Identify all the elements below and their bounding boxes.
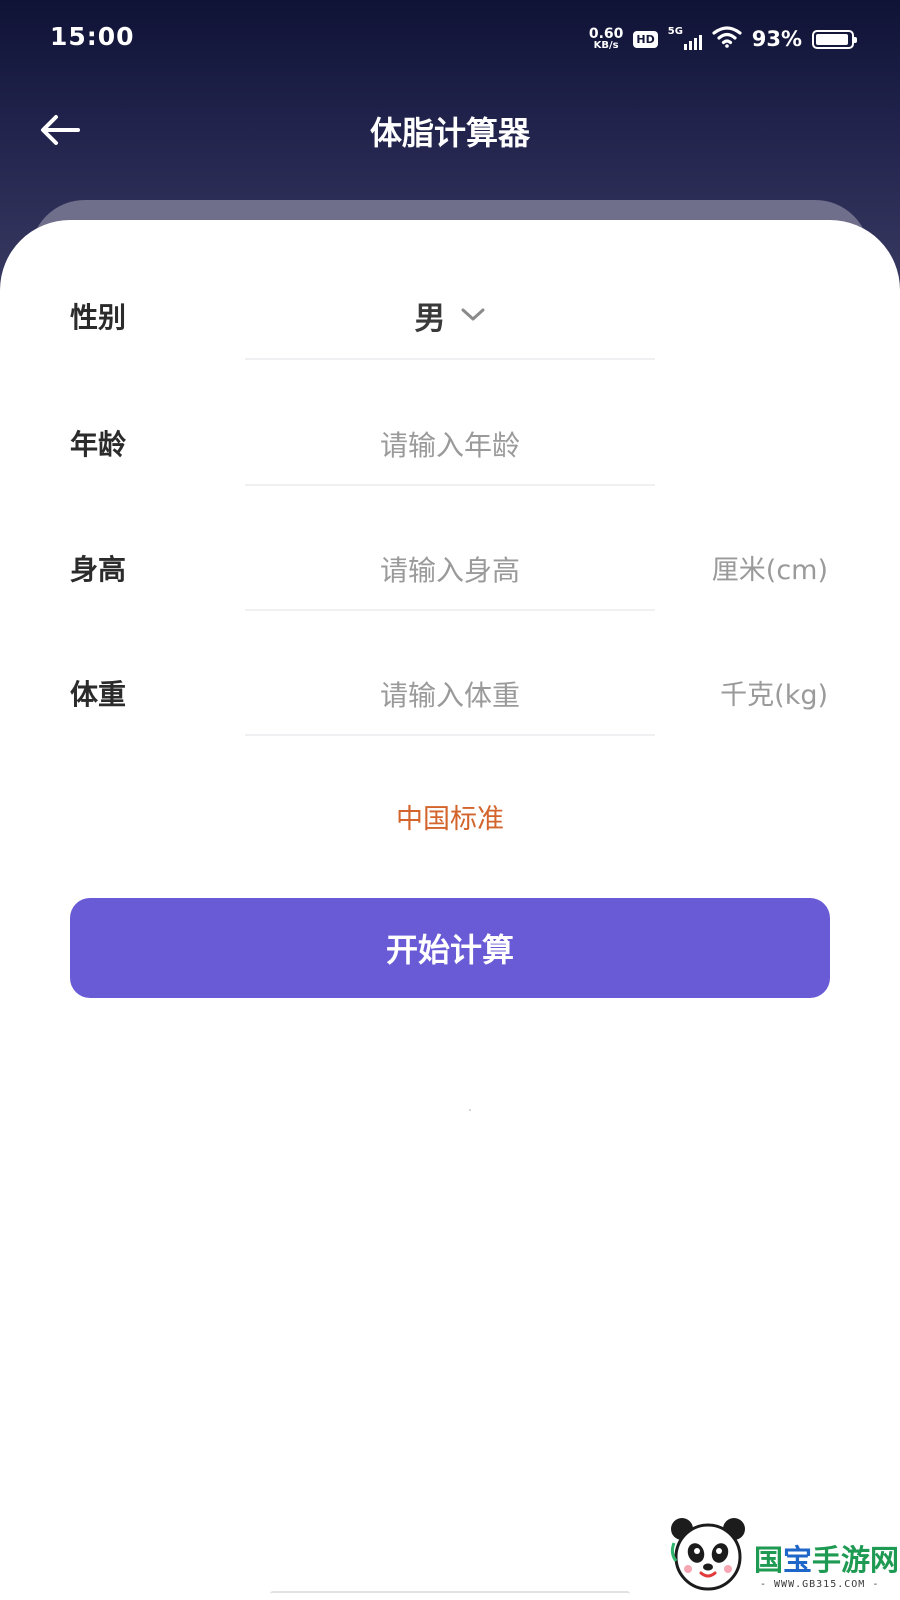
height-unit: 厘米(cm) — [711, 555, 828, 586]
watermark-url: - WWW.GB315.COM - — [760, 1579, 880, 1590]
gender-select[interactable]: 男 — [245, 290, 655, 340]
height-input[interactable] — [245, 548, 655, 592]
weight-unit: 千克(kg) — [720, 680, 828, 711]
standard-selector-link[interactable]: 中国标准 — [0, 797, 900, 836]
battery-percent: 93% — [751, 27, 802, 51]
age-divider — [245, 484, 655, 486]
start-calculate-button[interactable]: 开始计算 — [70, 898, 830, 998]
panda-logo-icon — [670, 1518, 745, 1591]
network-speed: 0.60 KB/s — [589, 27, 624, 51]
status-bar: 15:00 0.60 KB/s HD 5G 93% — [0, 0, 900, 78]
gender-value: 男 — [414, 300, 446, 337]
network-type-label: 5G — [667, 26, 683, 37]
height-row: 身高 厘米(cm) — [0, 548, 900, 648]
network-speed-unit: KB/s — [593, 40, 619, 51]
status-time: 15:00 — [50, 22, 135, 51]
weight-input[interactable] — [245, 673, 655, 717]
cellular-signal-icon: 5G — [667, 26, 702, 50]
age-label: 年龄 — [70, 428, 127, 461]
page-title: 体脂计算器 — [369, 114, 530, 152]
weight-row: 体重 千克(kg) — [0, 673, 900, 773]
weight-label: 体重 — [70, 678, 127, 711]
nav-bar: 体脂计算器 — [0, 88, 900, 168]
gender-label: 性别 — [70, 301, 127, 334]
status-indicators: 0.60 KB/s HD 5G 93% — [589, 24, 857, 54]
weight-divider — [245, 734, 655, 736]
gender-divider — [245, 358, 655, 360]
watermark-brand: 国宝手游网 — [754, 1543, 900, 1577]
height-divider — [245, 609, 655, 611]
age-input[interactable] — [245, 423, 655, 467]
hd-badge: HD — [633, 30, 658, 48]
age-row: 年龄 — [0, 423, 900, 523]
chevron-down-icon — [461, 308, 484, 321]
height-label: 身高 — [70, 553, 127, 586]
network-speed-value: 0.60 — [588, 26, 624, 42]
battery-icon — [812, 29, 857, 49]
watermark: 国宝手游网 - WWW.GB315.COM - — [648, 1505, 900, 1600]
wifi-icon — [712, 26, 742, 52]
gender-row: 性别 男 — [0, 296, 900, 396]
loading-dot — [469, 1109, 471, 1111]
home-indicator[interactable] — [270, 1591, 630, 1597]
